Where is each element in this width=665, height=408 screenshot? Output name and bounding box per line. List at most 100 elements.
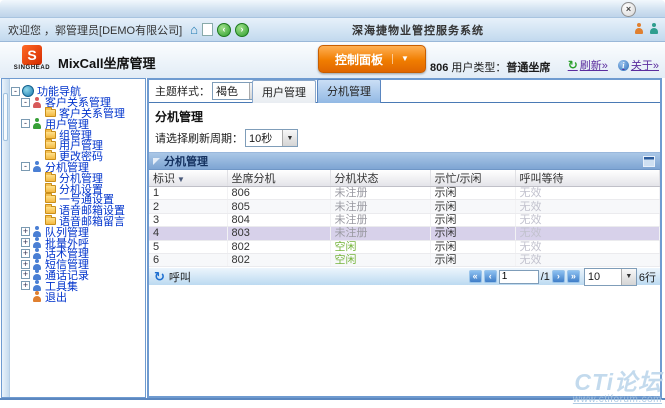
page-size-value: 10 [585,271,621,283]
forward-icon[interactable]: › [235,23,249,37]
home-icon[interactable]: ⌂ [190,24,198,36]
sidebar-splitter[interactable] [2,79,10,397]
cell-state: 未注册 [330,227,430,240]
grid-titlebar: 分机管理 [149,152,660,170]
nav-icon [22,85,34,97]
table-row[interactable]: 3 804 未注册 示闲 无效 [149,213,660,226]
refresh-icon: ↻ [568,58,578,72]
pager-bar: ↻ 呼叫 « ‹ /1 › » 10 ▼ 6行 [149,267,660,285]
cell-id: 6 [149,253,227,266]
expand-icon[interactable]: + [21,238,30,247]
expand-icon[interactable]: + [21,227,30,236]
column-header-busy[interactable]: 示忙/示闲 [430,170,515,187]
page-title: MixCall坐席管理 [58,53,156,72]
refresh-link[interactable]: ↻ 刷新» [568,57,608,73]
extension-table: 标识▼ 坐席分机 分机状态 示忙/示闲 呼叫等待 1 806 未注册 示闲 无 [149,170,660,267]
document-icon[interactable] [202,23,213,36]
cell-wait: 无效 [515,240,660,253]
folder-icon [45,152,56,160]
extension-grid: 分机管理 标识▼ 坐席分机 分机状态 示忙/示闲 呼叫等待 [149,152,660,285]
page-number-input[interactable] [499,270,539,284]
person-icon [32,259,42,270]
sidebar-item-call-records[interactable]: + 通话记录 [11,270,145,281]
cell-id: 3 [149,213,227,226]
folder-icon [45,185,56,193]
about-link-label: 关于» [631,57,659,73]
collapse-triangle-icon[interactable] [153,158,160,165]
nav-tree: - 功能导航 - 客户关系管理 客户关系管理 - 用户管理 组管理 [11,86,145,302]
agent-number: 806 [430,62,448,74]
grid-window-icon[interactable] [643,156,655,167]
table-row-selected[interactable]: 4 803 未注册 示闲 无效 [149,227,660,240]
collapse-icon[interactable]: - [21,98,30,107]
call-button[interactable]: ↻ 呼叫 [154,269,191,285]
collapse-icon[interactable]: - [11,87,20,96]
singhead-logo: S SINGHEAD [10,45,54,72]
cell-state: 未注册 [330,213,430,226]
user-icon[interactable] [634,23,644,34]
splitter-handle-icon[interactable] [3,93,8,141]
person-icon [32,97,42,108]
expand-icon[interactable]: + [21,260,30,269]
first-page-icon[interactable]: « [469,270,482,283]
refresh-period-select[interactable]: 10秒 ▼ [245,129,298,147]
column-header-ext[interactable]: 坐席分机 [227,170,330,187]
back-icon[interactable]: ‹ [217,23,231,37]
system-name: 深海捷物业管控服务系统 [352,22,484,38]
app-header: S SINGHEAD MixCall坐席管理 控制面板 ▼ 806 用户类型：普… [0,42,665,78]
section-title: 分机管理 [155,108,660,125]
grid-title: 分机管理 [164,153,208,169]
collapse-icon[interactable]: - [21,119,30,128]
expand-icon[interactable]: + [21,270,30,279]
dropdown-arrow-icon[interactable]: ▼ [621,269,636,285]
cell-busy: 示闲 [430,200,515,213]
column-header-wait[interactable]: 呼叫等待 [515,170,660,187]
sidebar-item-logout[interactable]: 退出 [11,291,145,302]
tab-ext-mgmt[interactable]: 分机管理 [317,79,381,103]
cell-ext: 805 [227,200,330,213]
collapse-icon[interactable]: - [21,162,30,171]
cell-ext: 802 [227,240,330,253]
expand-icon[interactable]: + [21,281,30,290]
sidebar: - 功能导航 - 客户关系管理 客户关系管理 - 用户管理 组管理 [1,78,146,398]
user-type-value: 普通坐席 [506,62,550,74]
cell-busy: 示闲 [430,240,515,253]
page-size-select[interactable]: 10 ▼ [584,268,637,286]
table-row[interactable]: 1 806 未注册 示闲 无效 [149,187,660,200]
cell-busy: 示闲 [430,187,515,200]
page-total: /1 [541,271,550,283]
person-icon [32,280,42,291]
refresh-icon: ↻ [154,271,165,282]
dropdown-arrow-icon[interactable]: ▼ [282,130,297,146]
folder-icon [45,109,56,117]
expand-icon[interactable]: + [21,249,30,258]
table-row[interactable]: 2 805 未注册 示闲 无效 [149,200,660,213]
table-row[interactable]: 5 802 空闲 示闲 无效 [149,240,660,253]
person-icon [32,226,42,237]
cell-wait: 无效 [515,253,660,266]
about-link[interactable]: i 关于» [618,57,659,73]
window-titlebar: × [0,0,665,18]
theme-select-value: 褐色 [213,83,249,99]
refresh-period-row: 请选择刷新周期： 10秒 ▼ [155,129,660,147]
cell-wait: 无效 [515,200,660,213]
table-row[interactable]: 6 802 空闲 示闲 无效 [149,253,660,266]
next-page-icon[interactable]: › [552,270,565,283]
folder-icon [45,174,56,182]
logo-s-icon: S [22,45,42,65]
column-header-id[interactable]: 标识▼ [149,170,227,187]
logout-icon [32,291,42,302]
admin-icon[interactable] [649,23,659,34]
folder-icon [45,217,56,225]
close-icon[interactable]: × [621,2,636,17]
prev-page-icon[interactable]: ‹ [484,270,497,283]
cell-wait: 无效 [515,213,660,226]
cell-id: 4 [149,227,227,240]
control-panel-button[interactable]: 控制面板 ▼ [318,45,426,73]
column-header-state[interactable]: 分机状态 [330,170,430,187]
cell-ext: 804 [227,213,330,226]
last-page-icon[interactable]: » [567,270,580,283]
tab-user-mgmt[interactable]: 用户管理 [252,80,316,103]
theme-strip: 主题样式： 褐色 ▼ 用户管理 分机管理 [149,80,660,103]
row-count: 6行 [639,269,656,285]
